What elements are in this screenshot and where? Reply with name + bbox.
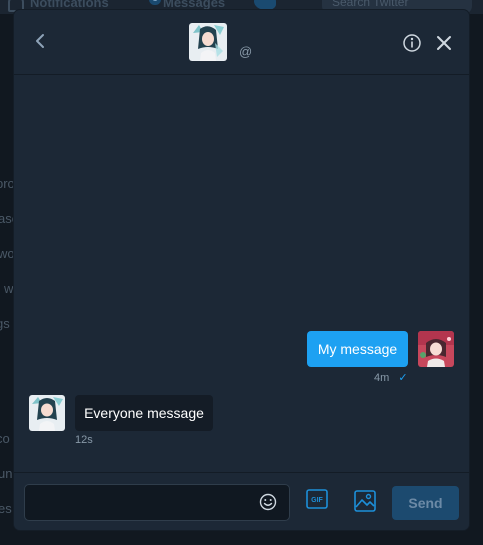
- direct-message-dialog: @ My message 4m ✓ Everyone message 12s G…: [14, 10, 469, 530]
- background-text-fragment: es: [0, 501, 12, 516]
- image-upload-button[interactable]: [354, 490, 376, 512]
- background-text-fragment: co: [0, 431, 10, 446]
- background-text-fragment: wo: [0, 246, 15, 261]
- chevron-left-icon: [36, 34, 44, 48]
- background-text-fragment: un: [0, 466, 13, 481]
- twitter-bird-icon[interactable]: [254, 0, 276, 10]
- message-composer: GIF Send: [14, 472, 469, 530]
- back-button[interactable]: [30, 30, 52, 52]
- gif-button[interactable]: GIF: [306, 489, 328, 509]
- background-text-fragment: pro: [0, 176, 15, 191]
- nav-messages-label[interactable]: Messages: [163, 0, 225, 10]
- sent-message-time: 4m: [374, 372, 390, 384]
- send-button[interactable]: Send: [392, 486, 459, 520]
- background-text-fragment: gs: [0, 316, 10, 331]
- conversation-area[interactable]: My message 4m ✓ Everyone message 12s: [14, 75, 469, 472]
- background-text-fragment: w: [4, 281, 14, 296]
- nav-notifications-label[interactable]: Notifications: [30, 0, 109, 10]
- message-input[interactable]: [24, 484, 290, 521]
- search-placeholder: Search Twitter: [332, 0, 409, 9]
- recipient-handle: @: [239, 44, 253, 59]
- close-icon: [437, 36, 451, 50]
- info-button[interactable]: [402, 33, 422, 53]
- received-message-time: 12s: [75, 434, 93, 446]
- messages-badge: 1: [149, 0, 161, 5]
- emoji-icon: [259, 493, 277, 511]
- recipient-message-avatar[interactable]: [29, 395, 65, 431]
- info-icon: [403, 34, 421, 52]
- gif-icon: GIF: [306, 489, 328, 509]
- recipient-avatar[interactable]: [189, 23, 227, 61]
- emoji-button[interactable]: [259, 493, 277, 511]
- received-message-bubble[interactable]: Everyone message: [75, 395, 213, 431]
- sender-avatar[interactable]: [418, 331, 454, 367]
- image-icon: [354, 490, 376, 512]
- dialog-header: @: [14, 10, 469, 75]
- checkmark-icon: ✓: [398, 372, 408, 384]
- sent-message-bubble[interactable]: My message: [307, 331, 408, 367]
- close-button[interactable]: [435, 34, 453, 52]
- gif-label: GIF: [311, 497, 323, 504]
- sent-message-meta: 4m ✓: [374, 371, 408, 384]
